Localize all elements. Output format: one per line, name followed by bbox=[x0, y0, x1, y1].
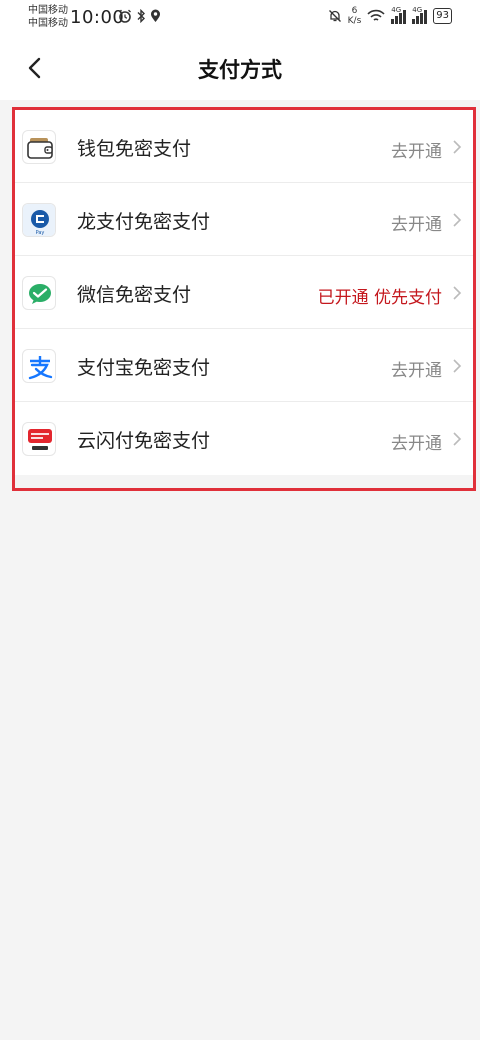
bluetooth-icon bbox=[137, 9, 145, 23]
signal-sim1-icon: 4G bbox=[391, 6, 407, 24]
mute-bell-icon bbox=[328, 10, 341, 22]
page-title: 支付方式 bbox=[198, 58, 282, 82]
payment-method-long-pay[interactable]: Pay 龙支付免密支付 去开通 bbox=[12, 183, 476, 256]
alarm-icon bbox=[119, 9, 131, 23]
wallet-icon bbox=[22, 130, 56, 164]
battery-level: 93 bbox=[436, 10, 449, 21]
network-speed: 6 K/s bbox=[348, 6, 362, 26]
sim2-network-tag: 4G bbox=[412, 6, 423, 14]
payment-method-status: 去开通 bbox=[391, 434, 442, 454]
payment-method-wallet[interactable]: 钱包免密支付 去开通 bbox=[12, 110, 476, 183]
chevron-right-icon bbox=[453, 359, 462, 373]
chevron-right-icon bbox=[453, 286, 462, 300]
payment-method-unionpay[interactable]: 云闪付免密支付 去开通 bbox=[12, 402, 476, 475]
sim1-network-tag: 4G bbox=[391, 6, 402, 14]
alipay-icon bbox=[22, 349, 56, 383]
battery-indicator: 93 bbox=[433, 8, 452, 24]
payment-method-wechat[interactable]: 微信免密支付 已开通 优先支付 bbox=[12, 256, 476, 329]
payment-method-status: 去开通 bbox=[391, 215, 442, 235]
chevron-right-icon bbox=[453, 213, 462, 227]
location-icon bbox=[151, 9, 160, 22]
network-speed-value: 6 bbox=[351, 6, 358, 16]
ccb-long-pay-icon: Pay bbox=[22, 203, 56, 237]
payment-method-label: 云闪付免密支付 bbox=[77, 430, 211, 452]
carrier-info: 中国移动 中国移动 bbox=[28, 4, 68, 30]
status-icons-left bbox=[118, 9, 161, 23]
carrier-2: 中国移动 bbox=[28, 18, 68, 29]
status-icons-right: 6 K/s 4G 4G 93 bbox=[328, 6, 452, 26]
payment-method-label: 微信免密支付 bbox=[77, 284, 192, 306]
svg-text:Pay: Pay bbox=[36, 230, 45, 236]
carrier-1: 中国移动 bbox=[28, 5, 68, 16]
payment-method-status: 去开通 bbox=[391, 361, 442, 381]
nav-bar: 支付方式 bbox=[0, 36, 480, 100]
payment-method-list: 钱包免密支付 去开通 Pay 龙支付免密支付 去开通 微信免密支付 已开通 优先… bbox=[12, 110, 476, 475]
payment-method-status-active: 已开通 优先支付 bbox=[317, 288, 442, 308]
payment-method-label: 支付宝免密支付 bbox=[77, 357, 211, 379]
payment-method-alipay[interactable]: 支付宝免密支付 去开通 bbox=[12, 329, 476, 402]
chevron-right-icon bbox=[453, 432, 462, 446]
wifi-icon bbox=[367, 9, 385, 21]
signal-sim2-icon: 4G bbox=[412, 6, 428, 24]
wechat-pay-icon bbox=[22, 276, 56, 310]
network-speed-unit: K/s bbox=[347, 16, 362, 26]
status-bar: 中国移动 中国移动 10:00 6 K/s 4G 4G 93 bbox=[0, 0, 480, 36]
payment-method-label: 钱包免密支付 bbox=[77, 138, 192, 160]
chevron-right-icon bbox=[453, 140, 462, 154]
payment-method-status: 去开通 bbox=[391, 142, 442, 162]
payment-method-label: 龙支付免密支付 bbox=[77, 211, 211, 233]
clock: 10:00 bbox=[70, 7, 125, 28]
unionpay-quickpass-icon bbox=[22, 422, 56, 456]
